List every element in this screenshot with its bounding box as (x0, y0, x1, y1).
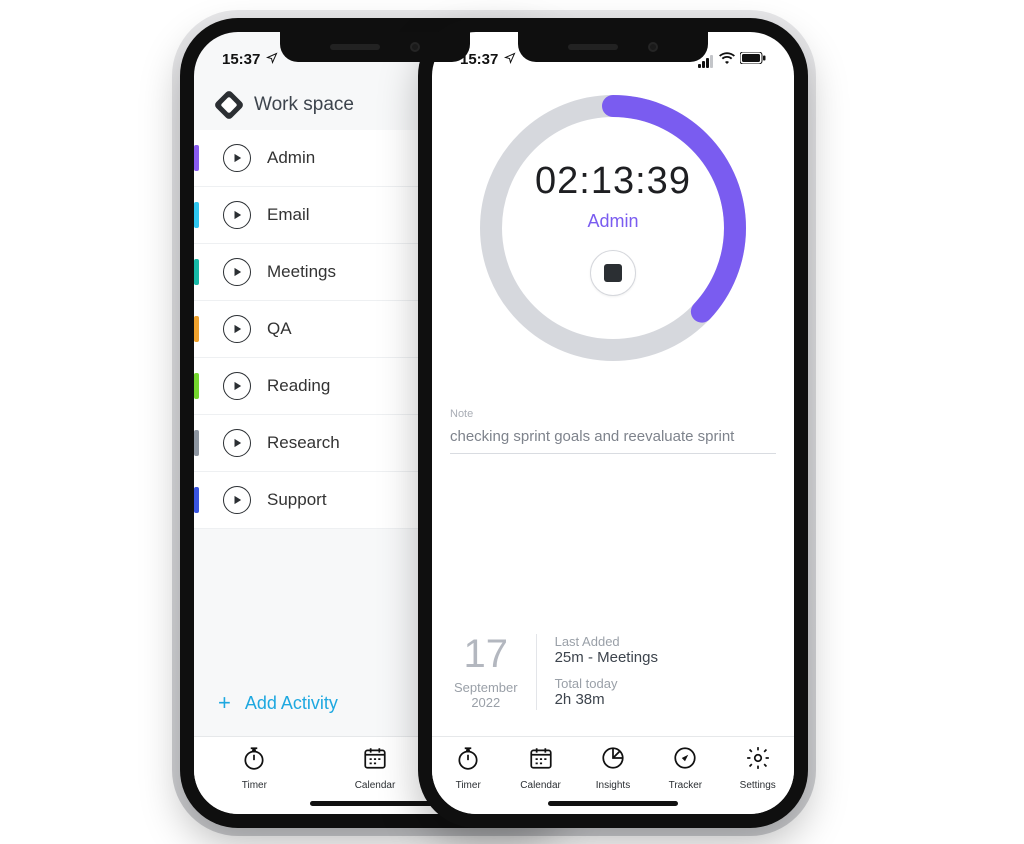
settings-icon (745, 745, 771, 776)
phone-timer: 15:37 (418, 18, 808, 828)
plus-icon: + (218, 692, 231, 714)
play-button[interactable] (223, 429, 251, 457)
activity-label: Email (267, 205, 310, 225)
add-activity-label: Add Activity (245, 693, 338, 714)
day-number: 17 (454, 634, 518, 674)
location-arrow-icon (504, 51, 516, 68)
play-button[interactable] (223, 372, 251, 400)
tab-timer[interactable]: Timer (224, 745, 284, 791)
tab-label: Calendar (520, 780, 561, 791)
note-input[interactable] (450, 424, 776, 454)
home-indicator (310, 801, 440, 806)
tab-tracker[interactable]: Tracker (655, 745, 715, 791)
status-time: 15:37 (222, 51, 260, 68)
timer-ring: 02:13:39 Admin (473, 88, 753, 368)
tab-insights[interactable]: Insights (583, 745, 643, 791)
activity-label: Research (267, 433, 340, 453)
play-button[interactable] (223, 486, 251, 514)
location-arrow-icon (266, 51, 278, 68)
note-label: Note (450, 408, 776, 420)
play-button[interactable] (223, 201, 251, 229)
activity-color-tag (194, 430, 199, 456)
activity-color-tag (194, 145, 199, 171)
tab-settings[interactable]: Settings (728, 745, 788, 791)
activity-color-tag (194, 373, 199, 399)
activity-label: Reading (267, 376, 330, 396)
home-indicator (548, 801, 678, 806)
total-today-value: 2h 38m (555, 691, 658, 708)
play-button[interactable] (223, 258, 251, 286)
battery-icon (740, 51, 766, 68)
activity-color-tag (194, 487, 199, 513)
activity-color-tag (194, 259, 199, 285)
tab-label: Tracker (669, 780, 703, 791)
tab-label: Timer (456, 780, 481, 791)
tab-calendar[interactable]: Calendar (345, 745, 405, 791)
workspace-title: Work space (254, 94, 354, 116)
activity-label: QA (267, 319, 292, 339)
last-added-label: Last Added (555, 634, 658, 649)
tab-label: Settings (740, 780, 776, 791)
day-year: 2022 (454, 695, 518, 710)
stop-button[interactable] (590, 250, 636, 296)
calendar-icon (528, 745, 554, 776)
play-button[interactable] (223, 315, 251, 343)
activity-label: Admin (267, 148, 315, 168)
stop-icon (604, 264, 622, 282)
activity-color-tag (194, 202, 199, 228)
tab-label: Calendar (355, 780, 396, 791)
tab-label: Timer (242, 780, 267, 791)
insights-icon (600, 745, 626, 776)
wifi-icon (719, 51, 735, 68)
workspace-icon (213, 89, 244, 120)
tab-calendar[interactable]: Calendar (511, 745, 571, 791)
timer-icon (455, 745, 481, 776)
day-month: September (454, 680, 518, 695)
day-summary: 17 September 2022 Last Added 25m - Meeti… (450, 624, 776, 728)
tracker-icon (672, 745, 698, 776)
timer-activity-label: Admin (587, 211, 638, 232)
total-today-label: Total today (555, 676, 658, 691)
tab-label: Insights (596, 780, 630, 791)
activity-label: Meetings (267, 262, 336, 282)
tab-timer[interactable]: Timer (438, 745, 498, 791)
timer-icon (241, 745, 267, 776)
elapsed-time: 02:13:39 (535, 160, 691, 203)
last-added-value: 25m - Meetings (555, 649, 658, 666)
play-button[interactable] (223, 144, 251, 172)
calendar-icon (362, 745, 388, 776)
activity-color-tag (194, 316, 199, 342)
activity-label: Support (267, 490, 327, 510)
